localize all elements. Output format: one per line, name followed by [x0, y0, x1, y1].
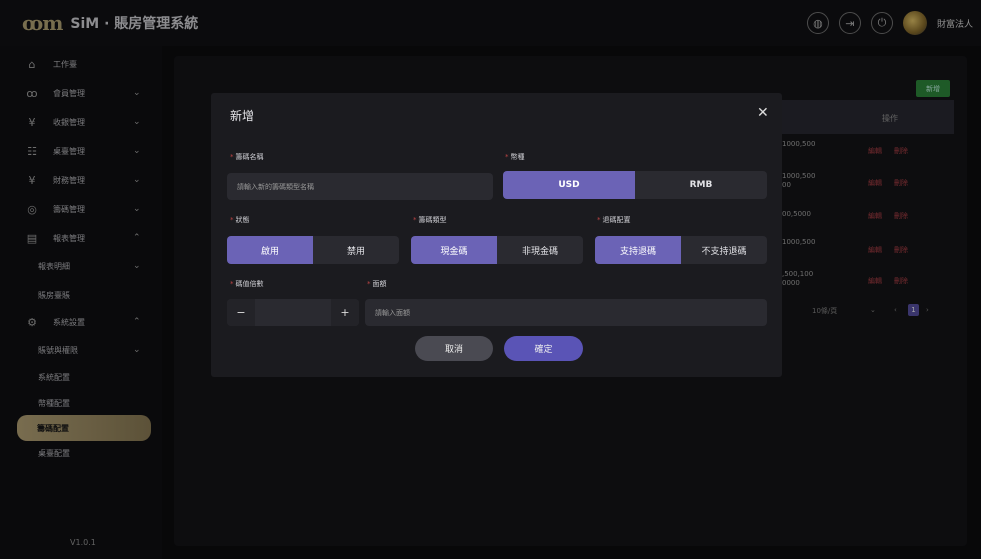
confirm-button[interactable]: 確定	[504, 336, 583, 361]
refund-option-unsupported[interactable]: 不支持退碼	[681, 236, 767, 264]
currency-option-rmb[interactable]: RMB	[635, 171, 767, 199]
cancel-button[interactable]: 取消	[415, 336, 493, 361]
add-chip-dialog: 新增 ✕ * 籌碼名稱 請輸入新的籌碼類型名稱 * 幣種 USD RMB * 狀態 啟…	[211, 93, 782, 377]
refund-config-selector: 支持退碼 不支持退碼	[595, 236, 767, 264]
chip-name-input[interactable]: 請輸入新的籌碼類型名稱	[227, 173, 493, 200]
face-value-input[interactable]: 請輸入面額	[365, 299, 767, 326]
face-value-label: * 面額	[367, 280, 387, 288]
currency-label: * 幣種	[505, 153, 525, 161]
status-selector: 啟用 禁用	[227, 236, 399, 264]
status-label: * 狀態	[230, 216, 250, 224]
dialog-title: 新增	[230, 109, 255, 123]
multiplier-label: * 碼值倍數	[230, 280, 264, 288]
decrement-button[interactable]: −	[227, 299, 255, 326]
multiplier-input[interactable]	[255, 299, 331, 326]
status-option-disabled[interactable]: 禁用	[313, 236, 399, 264]
refund-option-supported[interactable]: 支持退碼	[595, 236, 681, 264]
chip-name-label: * 籌碼名稱	[230, 153, 264, 161]
chip-type-option-cash[interactable]: 現金碼	[411, 236, 497, 264]
chip-type-label: * 籌碼類型	[413, 216, 447, 224]
close-icon[interactable]: ✕	[757, 105, 769, 121]
increment-button[interactable]: +	[331, 299, 359, 326]
refund-config-label: * 退碼配置	[597, 216, 631, 224]
currency-option-usd[interactable]: USD	[503, 171, 635, 199]
chip-type-selector: 現金碼 非現金碼	[411, 236, 583, 264]
status-option-enabled[interactable]: 啟用	[227, 236, 313, 264]
app-root: ꝏm SiM · 賬房管理系統 ◍ ⇥ ⏻ 財富法人 ⌂ 工作臺 ꝏ 會員管理 …	[0, 0, 981, 559]
chip-type-option-noncash[interactable]: 非現金碼	[497, 236, 583, 264]
currency-selector: USD RMB	[503, 171, 767, 199]
multiplier-stepper: − +	[227, 299, 359, 326]
